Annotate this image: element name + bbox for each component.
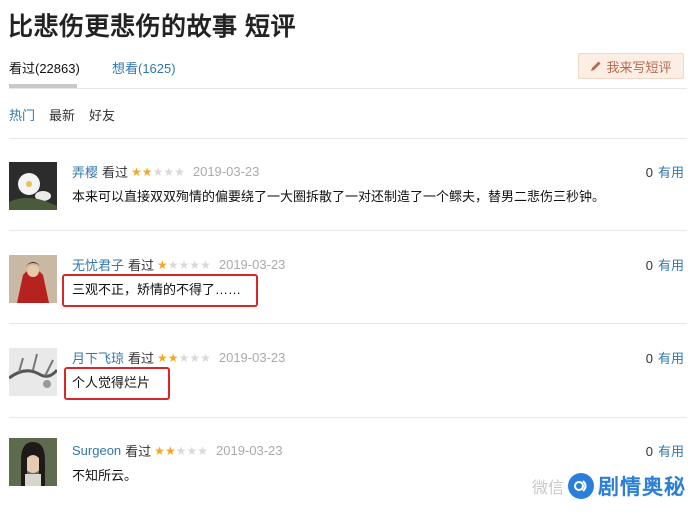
comment-date: 2019-03-23	[192, 164, 260, 179]
comment-text: 本来可以直接双双殉情的偏要绕了一大圈拆散了一对还制造了一个鳏夫，替男二悲伤三秒钟…	[72, 189, 606, 204]
row-divider	[9, 323, 687, 324]
comment-date: 2019-03-23	[218, 350, 286, 365]
vote-number: 0	[645, 165, 653, 180]
pencil-icon	[591, 61, 601, 71]
useful-button[interactable]: 有用	[658, 258, 684, 273]
star-icon: ★	[167, 257, 179, 272]
comment-status: 看过	[125, 444, 152, 459]
star-icon: ★	[154, 443, 165, 458]
filter-divider	[9, 138, 687, 139]
useful-button[interactable]: 有用	[658, 165, 684, 180]
comment-text: 不知所云。	[72, 468, 138, 483]
star-icon: ★	[141, 164, 153, 179]
star-icon: ★	[163, 164, 175, 179]
useful-button[interactable]: 有用	[658, 351, 684, 366]
avatar[interactable]	[9, 255, 57, 303]
comment-status: 看过	[128, 258, 155, 273]
comment-user[interactable]: Surgeon	[72, 443, 121, 458]
highlight-box	[64, 367, 170, 400]
row-divider	[9, 230, 687, 231]
star-icon: ★	[178, 350, 190, 365]
comment-meta: 弄樱 看过 ★ ★ ★ ★ ★ 2019-03-23	[72, 162, 259, 181]
star-icon: ★	[186, 443, 198, 458]
vote-count: 0 有用	[646, 255, 684, 274]
comment-meta: 无忧君子 看过 ★ ★ ★ ★ ★ 2019-03-23	[72, 255, 285, 274]
star-icon: ★	[164, 443, 176, 458]
filter-latest[interactable]: 最新	[49, 105, 75, 124]
comment-status: 看过	[102, 165, 129, 180]
wechat-icon	[568, 473, 594, 499]
star-icon: ★	[167, 350, 179, 365]
filter-hot[interactable]: 热门	[9, 105, 35, 124]
filter-friends[interactable]: 好友	[89, 105, 115, 124]
star-icon: ★	[131, 164, 142, 179]
page: 比悲伤更悲伤的故事 短评 看过(22863) 想看(1625) 我来写短评 热门…	[0, 0, 694, 515]
watermark-brand: 剧情奥秘	[598, 476, 686, 499]
write-review-label: 我来写短评	[606, 59, 672, 75]
star-icon: ★	[189, 257, 201, 272]
comment-meta: 月下飞琼 看过 ★ ★ ★ ★ ★ 2019-03-23	[72, 348, 285, 367]
vote-number: 0	[645, 258, 653, 273]
rating-stars: ★ ★ ★ ★ ★	[157, 352, 211, 364]
comment-date: 2019-03-23	[216, 443, 283, 458]
vote-number: 0	[645, 351, 653, 366]
vote-number: 0	[645, 444, 653, 459]
highlight-box	[62, 274, 258, 307]
watermark-faint-text: 微信	[531, 480, 564, 497]
avatar[interactable]	[9, 348, 57, 396]
page-title: 比悲伤更悲伤的故事 短评	[8, 13, 296, 41]
tab-want[interactable]: 想看(1625)	[112, 58, 176, 77]
useful-button[interactable]: 有用	[658, 444, 684, 459]
avatar[interactable]	[9, 438, 57, 486]
tab-seen[interactable]: 看过(22863)	[9, 58, 80, 77]
rating-stars: ★ ★ ★ ★ ★	[157, 259, 211, 271]
comment-status: 看过	[128, 351, 155, 366]
star-icon: ★	[178, 257, 190, 272]
star-icon: ★	[174, 164, 185, 179]
tabs-divider	[9, 88, 687, 89]
star-icon: ★	[175, 443, 187, 458]
star-icon: ★	[157, 350, 168, 365]
star-icon: ★	[157, 257, 168, 272]
comment-user[interactable]: 弄樱	[72, 162, 98, 181]
comment-user[interactable]: 月下飞琼	[72, 348, 124, 367]
star-icon: ★	[200, 350, 211, 365]
write-review-button[interactable]: 我来写短评	[578, 53, 684, 79]
watermark: 微信 剧情奥秘	[532, 471, 686, 501]
vote-count: 0 有用	[646, 441, 684, 460]
vote-count: 0 有用	[646, 348, 684, 367]
comment-user[interactable]: 无忧君子	[72, 255, 124, 274]
vote-count: 0 有用	[646, 162, 684, 181]
star-icon: ★	[189, 350, 201, 365]
rating-stars: ★ ★ ★ ★ ★	[131, 166, 185, 178]
comment-meta: Surgeon 看过 ★ ★ ★ ★ ★ 2019-03-23	[72, 441, 283, 460]
rating-stars: ★ ★ ★ ★ ★	[154, 445, 208, 457]
row-divider	[9, 417, 687, 418]
star-icon: ★	[197, 443, 208, 458]
avatar[interactable]	[9, 162, 57, 210]
star-icon: ★	[200, 257, 211, 272]
star-icon: ★	[152, 164, 164, 179]
comment-date: 2019-03-23	[218, 257, 286, 272]
